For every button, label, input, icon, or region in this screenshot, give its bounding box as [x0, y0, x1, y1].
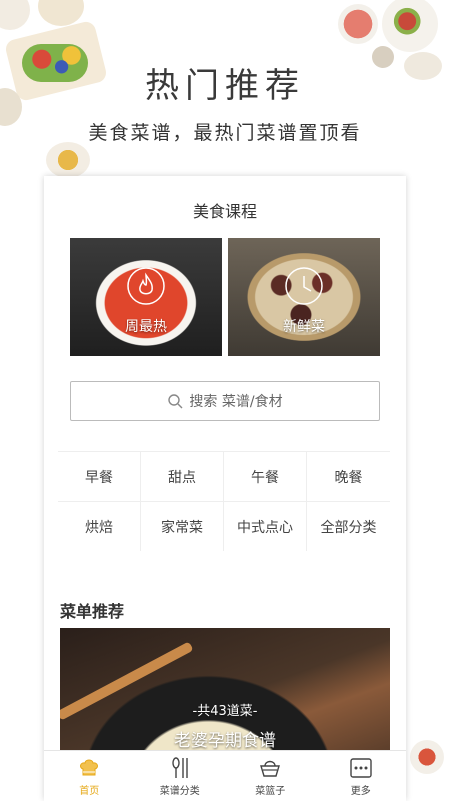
tab-label: 更多 [350, 786, 371, 797]
clock-icon [285, 267, 323, 305]
course-label: 新鲜菜 [283, 319, 325, 335]
content-card: 美食课程 周最热 新鲜菜 搜索 菜谱/食材 早餐 甜点 午餐 晚餐 烘焙 家常菜… [44, 176, 406, 800]
category-item[interactable]: 全部分类 [307, 502, 390, 551]
tab-more[interactable]: 更多 [316, 751, 407, 801]
course-fresh[interactable]: 新鲜菜 [228, 238, 380, 356]
search-icon [168, 394, 183, 409]
tab-basket[interactable]: 菜篮子 [225, 751, 316, 801]
utensils-icon [172, 757, 188, 778]
tab-home[interactable]: 首页 [44, 751, 135, 801]
more-icon [350, 758, 372, 778]
search-input[interactable]: 搜索 菜谱/食材 [70, 381, 380, 421]
tab-label: 菜篮子 [255, 786, 286, 797]
category-item[interactable]: 午餐 [224, 452, 307, 502]
course-label: 周最热 [125, 319, 167, 335]
menu-name: 老婆孕期食谱 [174, 731, 276, 751]
decorative-food-plate [382, 0, 438, 52]
tab-label: 菜谱分类 [159, 786, 200, 797]
recommend-title: 菜单推荐 [60, 602, 125, 621]
courses-title: 美食课程 [192, 202, 257, 221]
category-item[interactable]: 家常菜 [141, 502, 224, 551]
category-item[interactable]: 烘焙 [58, 502, 141, 551]
category-item[interactable]: 晚餐 [307, 452, 390, 502]
search-placeholder: 搜索 菜谱/食材 [189, 394, 283, 410]
decorative-food-plate [46, 142, 90, 178]
bottom-tab-bar: 首页 菜谱分类 菜篮子 更多 [44, 750, 406, 801]
category-grid: 早餐 甜点 午餐 晚餐 烘焙 家常菜 中式点心 全部分类 [58, 451, 390, 551]
category-item[interactable]: 中式点心 [224, 502, 307, 551]
course-weekly-hot[interactable]: 周最热 [70, 238, 222, 356]
chef-hat-icon [80, 759, 99, 776]
page-title: 热门推荐 [145, 66, 305, 106]
decorative-food-plate [38, 0, 84, 26]
tab-label: 首页 [79, 786, 100, 797]
basket-icon [260, 760, 281, 777]
flame-icon [127, 267, 165, 305]
decorative-food-plate [410, 740, 444, 774]
page-subtitle: 美食菜谱，最热门菜谱置顶看 [88, 122, 362, 144]
category-item[interactable]: 早餐 [58, 452, 141, 502]
tab-categories[interactable]: 菜谱分类 [135, 751, 226, 801]
recipe-count: -共43道菜- [192, 704, 258, 719]
decorative-food-plate [338, 4, 378, 44]
category-item[interactable]: 甜点 [141, 452, 224, 502]
decorative-food-plate [0, 0, 30, 30]
